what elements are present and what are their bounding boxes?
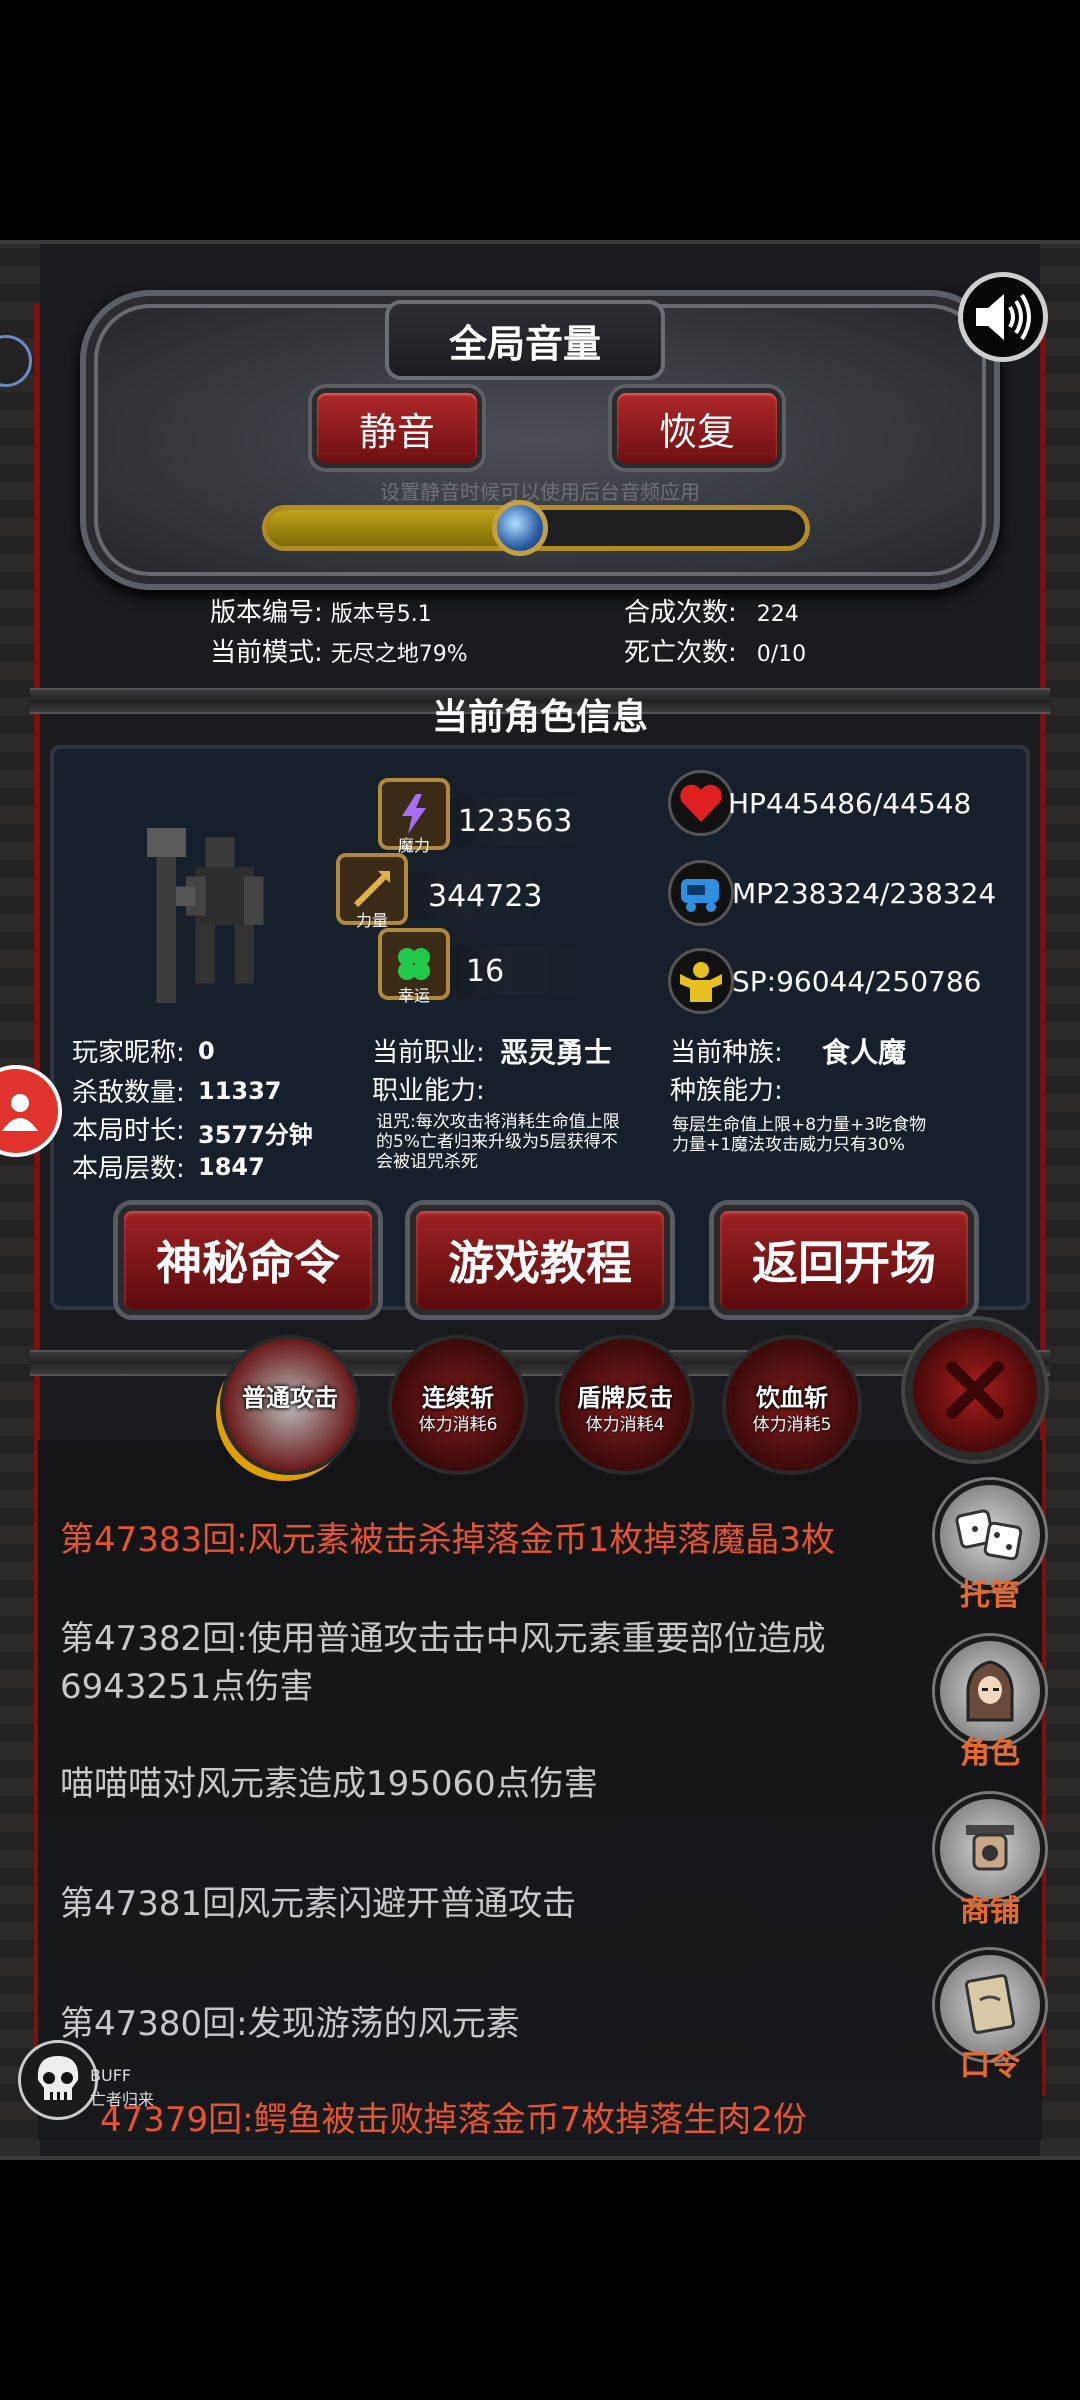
dice-icon	[955, 1509, 1023, 1561]
user-icon	[2, 1094, 38, 1131]
volume-title-plate: 全局音量	[385, 300, 665, 380]
job-ability-desc: 诅咒:每次攻击将消耗生命值上限的5%亡者归来升级为5层获得不会被诅咒杀死	[376, 1112, 620, 1172]
clover-icon	[398, 948, 430, 980]
log-entry: 喵喵喵对风元素造成195060点伤害	[60, 1764, 598, 1804]
floors-label: 本局层数:	[72, 1154, 185, 1184]
synth-info: 合成次数: 224	[624, 598, 799, 628]
skill-cost: 体力消耗4	[585, 1415, 665, 1435]
hp-icon-frame	[668, 770, 734, 836]
race-value: 食人魔	[822, 1036, 907, 1069]
book-icon	[964, 1974, 1016, 2034]
nickname-value: 0	[198, 1037, 215, 1065]
log-entry: 第47381回风元素闪避开普通攻击	[60, 1884, 577, 1924]
speaker-button[interactable]	[958, 272, 1048, 362]
kills-label: 杀敌数量:	[72, 1078, 185, 1108]
mana-icon	[681, 879, 719, 912]
mp-icon-frame	[668, 860, 734, 926]
death-info: 死亡次数: 0/10	[624, 638, 807, 668]
shop-icon	[966, 1825, 1014, 1871]
kills-value: 11337	[198, 1077, 282, 1105]
job-ability-label: 职业能力:	[372, 1076, 485, 1106]
role-label: 角色	[960, 1736, 1020, 1771]
sp-icon-frame	[668, 948, 734, 1014]
restore-button[interactable]: 恢复	[612, 388, 782, 468]
tutorial-button[interactable]: 游戏教程	[410, 1205, 670, 1315]
luck-value: 16	[466, 954, 505, 989]
mode-info: 当前模式: 无尽之地79%	[210, 638, 468, 668]
divider-bottom	[30, 1350, 1050, 1376]
volume-title: 全局音量	[448, 321, 601, 366]
strength-value: 344723	[428, 879, 543, 914]
secret-command-button[interactable]: 神秘命令	[118, 1205, 378, 1315]
log-entry: 第47380回:发现游荡的风元素	[60, 2004, 520, 2044]
version-info: 版本编号: 版本号5.1	[210, 598, 432, 628]
speaker-icon	[976, 293, 1031, 341]
log-entry: 第47383回:风元素被击杀掉落金币1枚掉落魔晶3枚	[60, 1520, 835, 1560]
job-label: 当前职业:	[372, 1038, 485, 1068]
weapon-icon	[353, 871, 390, 908]
return-start-button[interactable]: 返回开场	[714, 1205, 974, 1315]
heart-icon	[680, 784, 722, 822]
volume-slider-knob[interactable]	[491, 500, 548, 556]
log-entry: 47379回:鳄鱼被击败掉落金币7枚掉落生肉2份	[100, 2100, 807, 2136]
skill-cost: 体力消耗6	[418, 1415, 498, 1435]
nickname-label: 玩家昵称:	[72, 1038, 185, 1068]
volume-slider-fill	[267, 510, 520, 546]
race-ability-label: 种族能力:	[670, 1076, 783, 1106]
duration-value: 3577分钟	[198, 1121, 313, 1149]
auto-label: 托管	[960, 1578, 1020, 1613]
luck-label: 幸运	[397, 986, 430, 1005]
duration-label: 本局时长:	[72, 1116, 185, 1146]
magic-value: 123563	[458, 804, 573, 839]
hooded-figure-icon	[966, 1660, 1014, 1722]
mp-value: MP238324/238324	[732, 877, 997, 910]
shop-label: 商铺	[960, 1894, 1020, 1929]
floors-value: 1847	[198, 1153, 265, 1181]
job-value: 恶灵勇士	[500, 1036, 613, 1069]
lightning-icon	[402, 794, 426, 834]
buff-button[interactable]	[18, 2040, 98, 2120]
character-sprite	[146, 828, 264, 1003]
skull-icon	[37, 2056, 79, 2100]
close-button[interactable]	[905, 1320, 1045, 1460]
strength-man-icon	[680, 962, 722, 1002]
sp-value: SP:96044/250786	[732, 965, 982, 998]
race-label: 当前种族:	[670, 1038, 783, 1068]
skill-name: 普通攻击	[242, 1384, 338, 1412]
buff-label: BUFF	[90, 2066, 132, 2085]
hp-value: HP445486/445486	[728, 787, 973, 820]
race-ability-desc: 每层生命值上限+8力量+3吃食物力量+1魔法攻击威力只有30%	[672, 1115, 927, 1155]
skill-name: 饮血斩	[756, 1384, 828, 1412]
mute-button[interactable]: 静音	[312, 388, 482, 468]
command-label: 口令	[960, 2048, 1020, 2083]
skill-name: 盾牌反击	[577, 1384, 673, 1412]
skill-name: 连续斩	[422, 1384, 494, 1412]
volume-hint: 设置静音时候可以使用后台音频应用	[380, 480, 700, 504]
log-entry: 第47382回:使用普通攻击击中风元素重要部位造成6943251点伤害	[60, 1619, 826, 1707]
character-section-title: 当前角色信息	[431, 697, 648, 738]
buff-name: 亡者归来	[90, 2090, 155, 2109]
skill-cost: 体力消耗5	[752, 1415, 832, 1435]
close-icon	[946, 1361, 1004, 1419]
